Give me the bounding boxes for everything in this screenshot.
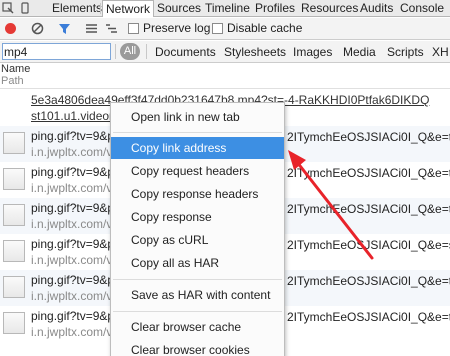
- menu-separator: [113, 132, 282, 133]
- file-icon: [3, 312, 25, 334]
- context-menu: Open link in new tab Copy link address C…: [110, 102, 285, 356]
- file-icon: [3, 168, 25, 190]
- record-icon[interactable]: [4, 22, 17, 35]
- request-name: ping.gif?tv=9&p: [31, 201, 115, 215]
- type-filter-all[interactable]: All: [120, 43, 140, 60]
- request-query: 2ITymchEeOSJSIACi0I_Q&e=t&i=: [287, 166, 450, 180]
- preserve-log-checkbox[interactable]: [128, 23, 139, 34]
- type-filter-images[interactable]: Images: [293, 45, 332, 59]
- clear-icon[interactable]: [31, 22, 44, 35]
- request-query: 2ITymchEeOSJSIACi0I_Q&e=s&i=: [287, 238, 450, 252]
- filter-bar: All Documents Stylesheets Images Media S…: [0, 41, 450, 63]
- devtools-tab-bar: Elements Network Sources Timeline Profil…: [0, 0, 450, 17]
- filter-icon[interactable]: [58, 22, 71, 35]
- request-path: i.n.jwpltx.com/v: [31, 181, 113, 195]
- request-path: i.n.jwpltx.com/v: [31, 325, 113, 339]
- tab-console[interactable]: Console: [400, 0, 444, 17]
- request-name: ping.gif?tv=9&p: [31, 273, 115, 287]
- inspect-element-icon[interactable]: [2, 2, 14, 14]
- request-path: i.n.jwpltx.com/v: [31, 217, 113, 231]
- tab-timeline[interactable]: Timeline: [205, 0, 250, 17]
- menu-item-clear-browser-cookies[interactable]: Clear browser cookies: [111, 339, 284, 356]
- request-query: 2ITymchEeOSJSIACi0I_Q&e=t&i=: [287, 130, 450, 144]
- tab-audits[interactable]: Audits: [360, 0, 393, 17]
- type-filter-xhr[interactable]: XH: [432, 45, 449, 59]
- type-filter-stylesheets[interactable]: Stylesheets: [224, 45, 286, 59]
- network-toolbar: Preserve log Disable cache: [0, 18, 450, 40]
- column-header[interactable]: Name Path: [0, 63, 450, 89]
- filter-input[interactable]: [2, 43, 111, 60]
- tab-network[interactable]: Network: [102, 0, 155, 17]
- tab-elements[interactable]: Elements: [52, 0, 102, 17]
- tab-sources[interactable]: Sources: [157, 0, 201, 17]
- menu-item-open-link-new-tab[interactable]: Open link in new tab: [111, 106, 284, 128]
- file-icon: [3, 276, 25, 298]
- file-icon: [3, 240, 25, 262]
- menu-item-copy-as-curl[interactable]: Copy as cURL: [111, 229, 284, 251]
- request-name: ping.gif?tv=9&p: [31, 129, 115, 143]
- type-filter-media[interactable]: Media: [343, 45, 376, 59]
- request-name: ping.gif?tv=9&p: [31, 309, 115, 323]
- menu-item-save-as-har[interactable]: Save as HAR with content: [111, 284, 284, 306]
- request-path: i.n.jwpltx.com/v: [31, 253, 113, 267]
- tab-profiles[interactable]: Profiles: [255, 0, 295, 17]
- request-path: i.n.jwpltx.com/v: [31, 289, 113, 303]
- type-filter-scripts[interactable]: Scripts: [387, 45, 424, 59]
- file-icon: [3, 204, 25, 226]
- menu-item-clear-browser-cache[interactable]: Clear browser cache: [111, 316, 284, 338]
- request-query: 2ITymchEeOSJSIACi0I_Q&e=t&i=: [287, 274, 450, 288]
- type-divider: [146, 44, 147, 59]
- menu-item-copy-request-headers[interactable]: Copy request headers: [111, 160, 284, 182]
- list-view-icon[interactable]: [85, 22, 98, 35]
- disable-cache-checkbox[interactable]: [212, 23, 223, 34]
- file-icon: [3, 132, 25, 154]
- request-path: i.n.jwpltx.com/v: [31, 145, 113, 159]
- request-path: st101.u1.videom: [31, 109, 120, 123]
- menu-separator: [113, 311, 282, 312]
- request-query: 2ITymchEeOSJSIACi0I_Q&e=t&i=: [287, 310, 450, 324]
- column-path-label: Path: [1, 75, 24, 87]
- tab-resources[interactable]: Resources: [301, 0, 358, 17]
- filter-divider: [115, 44, 116, 59]
- overview-icon[interactable]: [105, 22, 118, 35]
- request-name: ping.gif?tv=9&p: [31, 165, 115, 179]
- menu-item-copy-response-headers[interactable]: Copy response headers: [111, 183, 284, 205]
- disable-cache-label: Disable cache: [227, 21, 303, 35]
- menu-item-copy-all-as-har[interactable]: Copy all as HAR: [111, 252, 284, 274]
- request-query: 2ITymchEeOSJSIACi0I_Q&e=t&i=: [287, 202, 450, 216]
- menu-separator: [113, 279, 282, 280]
- preserve-log-label: Preserve log: [143, 21, 211, 35]
- type-filter-documents[interactable]: Documents: [155, 45, 216, 59]
- tab-divider: [100, 3, 101, 14]
- device-mode-icon[interactable]: [19, 2, 31, 14]
- request-name: ping.gif?tv=9&p: [31, 237, 115, 251]
- menu-item-copy-response[interactable]: Copy response: [111, 206, 284, 228]
- menu-item-copy-link-address[interactable]: Copy link address: [111, 137, 284, 159]
- column-name-label: Name: [1, 63, 31, 75]
